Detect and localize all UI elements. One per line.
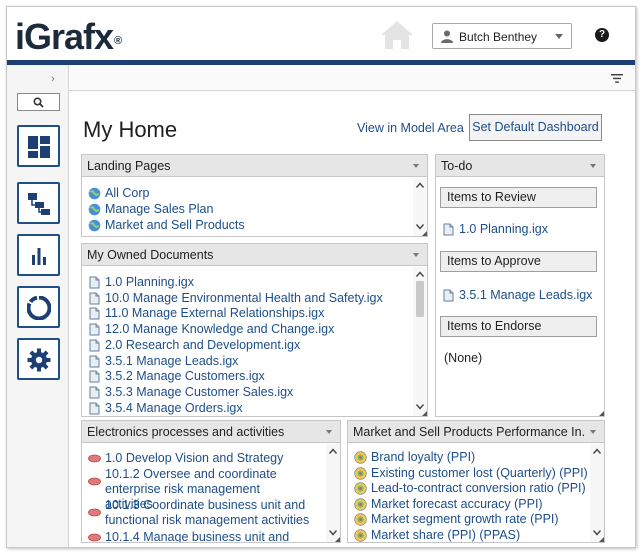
performance-indicator-icon — [354, 482, 367, 495]
todo-panel: To-do Items to Review 1.0 Planning.igx I… — [435, 154, 605, 417]
resize-handle[interactable] — [422, 231, 427, 236]
resize-handle[interactable] — [599, 411, 604, 416]
panel-body: Brand loyalty (PPI) Existing customer los… — [348, 444, 590, 542]
chevron-down-icon — [555, 34, 563, 39]
nav-reports-button[interactable] — [17, 234, 60, 276]
items-to-approve-header: Items to Approve — [440, 251, 597, 272]
process-activity-icon — [88, 477, 101, 486]
performance-indicator-icon — [354, 513, 367, 527]
scroll-down-icon — [329, 530, 337, 536]
performance-indicator-icon — [354, 451, 367, 464]
document-icon — [89, 323, 100, 336]
process-activity-icon — [88, 454, 101, 463]
scroll-up-icon — [593, 448, 601, 454]
scroll-thumb[interactable] — [416, 281, 424, 317]
globe-icon — [88, 219, 101, 232]
scrollbar[interactable] — [413, 267, 427, 416]
expand-sidebar-icon[interactable]: › — [51, 73, 61, 85]
performance-indicator-icon — [354, 498, 367, 511]
search-button[interactable] — [17, 93, 60, 111]
scrollbar[interactable] — [326, 444, 340, 542]
owned-documents-panel: My Owned Documents 1.0 Planning.igx 10.0 … — [81, 243, 428, 417]
panel-title: Electronics processes and activities — [87, 425, 285, 439]
globe-icon — [88, 203, 101, 216]
document-icon — [443, 223, 454, 236]
performance-indicators-panel: Market and Sell Products Performance In.… — [347, 420, 605, 543]
panel-body: 1.0 Planning.igx 10.0 Manage Environmenta… — [82, 267, 413, 416]
nav-cycle-button[interactable] — [17, 286, 60, 328]
panel-menu-icon[interactable] — [590, 164, 596, 168]
panel-header: To-do — [436, 155, 604, 177]
panel-header: Landing Pages — [82, 155, 427, 177]
panel-menu-icon[interactable] — [413, 164, 419, 168]
content-toolbar — [69, 65, 635, 91]
panel-body: 1.0 Develop Vision and Strategy 10.1.2 O… — [82, 444, 326, 542]
hierarchy-icon — [28, 193, 50, 215]
document-icon — [89, 339, 100, 352]
app-header: iGrafx® Butch Benthey ? — [7, 7, 635, 65]
nav-processes-button[interactable] — [17, 182, 60, 224]
endorse-none-text: (None) — [444, 351, 483, 365]
resize-handle[interactable] — [599, 537, 604, 542]
document-icon — [89, 355, 100, 367]
document-icon — [89, 276, 100, 289]
scrollbar[interactable] — [590, 444, 604, 542]
panel-menu-icon[interactable] — [413, 253, 419, 257]
items-to-endorse-header: Items to Endorse — [440, 316, 597, 337]
items-to-review-header: Items to Review — [440, 187, 597, 208]
document-icon — [89, 402, 100, 415]
panel-title: To-do — [441, 159, 473, 173]
scroll-down-icon — [593, 530, 601, 536]
resize-handle[interactable] — [422, 411, 427, 416]
document-icon — [89, 307, 100, 320]
sidebar: › — [7, 65, 69, 547]
set-default-dashboard-button[interactable]: Set Default Dashboard — [469, 114, 602, 141]
panel-header: Market and Sell Products Performance In.… — [348, 421, 604, 443]
igrafx-logo: iGrafx® — [15, 16, 122, 57]
panel-header: Electronics processes and activities — [82, 421, 340, 443]
bar-chart-icon — [32, 248, 46, 265]
globe-icon — [88, 187, 101, 200]
page-title: My Home — [83, 117, 178, 142]
nav-settings-button[interactable] — [17, 338, 60, 380]
user-dropdown[interactable]: Butch Benthey — [432, 23, 572, 49]
process-activity-icon — [88, 533, 101, 542]
user-icon — [441, 30, 453, 43]
help-icon[interactable]: ? — [595, 28, 609, 42]
view-in-model-area-link[interactable]: View in Model Area — [357, 121, 464, 135]
scroll-down-icon — [416, 404, 424, 410]
scrollbar[interactable] — [413, 178, 427, 236]
ring-icon — [27, 296, 51, 320]
panel-body: All Corp Manage Sales Plan Market and Se… — [82, 178, 413, 236]
document-icon — [89, 386, 100, 399]
panel-menu-icon[interactable] — [326, 430, 332, 434]
document-icon — [89, 292, 100, 305]
scroll-up-icon — [416, 182, 424, 188]
landing-pages-panel: Landing Pages All Corp Manage Sales Plan… — [81, 154, 428, 237]
nav-dashboard-button[interactable] — [17, 125, 60, 167]
panel-title: My Owned Documents — [87, 248, 214, 262]
resize-handle[interactable] — [335, 537, 340, 542]
document-icon — [443, 289, 454, 302]
panel-menu-icon[interactable] — [590, 430, 596, 434]
document-icon — [89, 370, 100, 383]
scroll-down-icon — [416, 224, 424, 230]
home-icon[interactable] — [379, 19, 415, 51]
panel-title: Landing Pages — [87, 159, 171, 173]
electronics-processes-panel: Electronics processes and activities 1.0… — [81, 420, 341, 543]
performance-indicator-icon — [354, 529, 367, 542]
scroll-up-icon — [416, 271, 424, 277]
search-icon — [33, 97, 44, 108]
gear-icon — [27, 348, 51, 372]
filter-icon[interactable] — [611, 74, 623, 83]
app-window: iGrafx® Butch Benthey ? › My Home View i… — [6, 6, 636, 548]
dashboard-icon — [28, 136, 50, 158]
user-name: Butch Benthey — [459, 30, 538, 44]
panel-title: Market and Sell Products Performance In.… — [353, 425, 584, 439]
panel-header: My Owned Documents — [82, 244, 427, 266]
process-activity-icon — [88, 508, 101, 517]
scroll-up-icon — [329, 448, 337, 454]
performance-indicator-icon — [354, 466, 367, 480]
